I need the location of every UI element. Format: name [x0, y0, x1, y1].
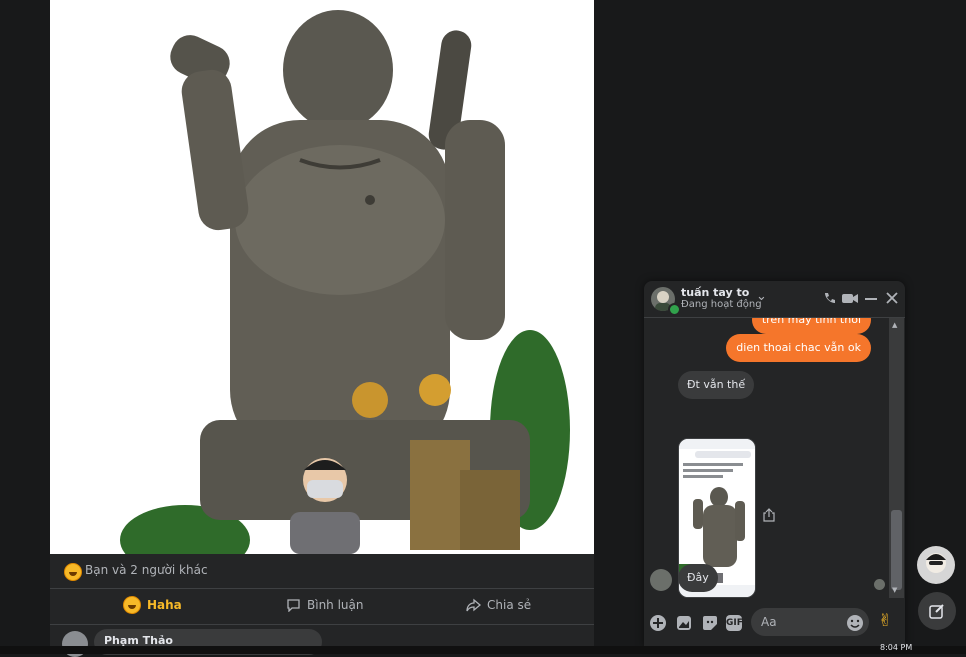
chat-header[interactable]: tuấn tay to Đang hoạt động ⌄ [644, 281, 905, 318]
scroll-down-arrow-icon[interactable]: ▼ [892, 586, 897, 594]
message-incoming[interactable]: Đây [678, 564, 718, 592]
taskbar: 8:04 PM [0, 643, 966, 654]
share-button[interactable]: Chia sẻ [466, 588, 531, 622]
contact-status: Đang hoạt động [681, 299, 762, 310]
video-icon[interactable] [841, 291, 859, 305]
message-list[interactable]: trên máy tính thôi dien thoai chac vẫn o… [644, 318, 905, 598]
message-outgoing[interactable]: trên máy tính thôi [751, 318, 871, 334]
compose-icon [929, 604, 944, 619]
scroll-thumb[interactable] [891, 510, 902, 590]
message-outgoing[interactable]: dien thoai chac vẫn ok [726, 334, 871, 362]
message-incoming[interactable]: Đt vẫn thế [678, 371, 755, 399]
chat-head-avatar[interactable] [917, 546, 955, 584]
close-icon[interactable] [885, 291, 899, 305]
haha-label: Haha [147, 598, 182, 612]
chevron-down-icon[interactable]: ⌄ [756, 290, 767, 304]
chat-window: tuấn tay to Đang hoạt động ⌄ trên máy tí… [644, 281, 905, 646]
read-receipt-avatar [874, 579, 885, 590]
gif-icon[interactable]: GIF [726, 615, 743, 631]
reaction-summary-row[interactable]: Bạn và 2 người khác [50, 554, 594, 589]
buddha-statue-image [170, 10, 530, 554]
new-message-button[interactable] [918, 592, 956, 630]
haha-emoji-icon [123, 596, 141, 614]
share-icon[interactable] [762, 508, 776, 522]
sticker-icon[interactable] [701, 614, 719, 632]
image-icon[interactable] [675, 614, 693, 632]
online-status-dot [668, 303, 681, 316]
scroll-up-arrow-icon[interactable]: ▲ [892, 321, 897, 329]
share-icon [466, 598, 481, 612]
post-photo[interactable] [50, 0, 594, 554]
share-label: Chia sẻ [487, 598, 532, 612]
emoji-icon[interactable] [846, 614, 864, 632]
peace-hand-icon[interactable]: ✌ [878, 611, 892, 631]
minimize-icon[interactable] [864, 291, 878, 305]
taskbar-clock[interactable]: 8:04 PM [880, 643, 912, 652]
comment-button[interactable]: Bình luận [286, 588, 364, 622]
reaction-summary-text[interactable]: Bạn và 2 người khác [85, 563, 208, 577]
post-footer: Bạn và 2 người khác Haha Bình luận Chia … [50, 554, 594, 657]
chat-scrollbar[interactable]: ▲ ▼ [889, 318, 904, 598]
plus-icon[interactable] [649, 614, 667, 632]
post-actions-bar: Haha Bình luận Chia sẻ [50, 588, 594, 622]
phone-icon[interactable] [822, 291, 836, 305]
contact-avatar-small[interactable] [650, 569, 672, 591]
comment-icon [287, 599, 300, 612]
haha-button[interactable]: Haha [123, 588, 182, 622]
comment-label: Bình luận [307, 598, 364, 612]
contact-name[interactable]: tuấn tay to [681, 286, 749, 299]
message-composer: GIF ✌ [644, 603, 905, 643]
haha-emoji-icon [64, 563, 82, 581]
